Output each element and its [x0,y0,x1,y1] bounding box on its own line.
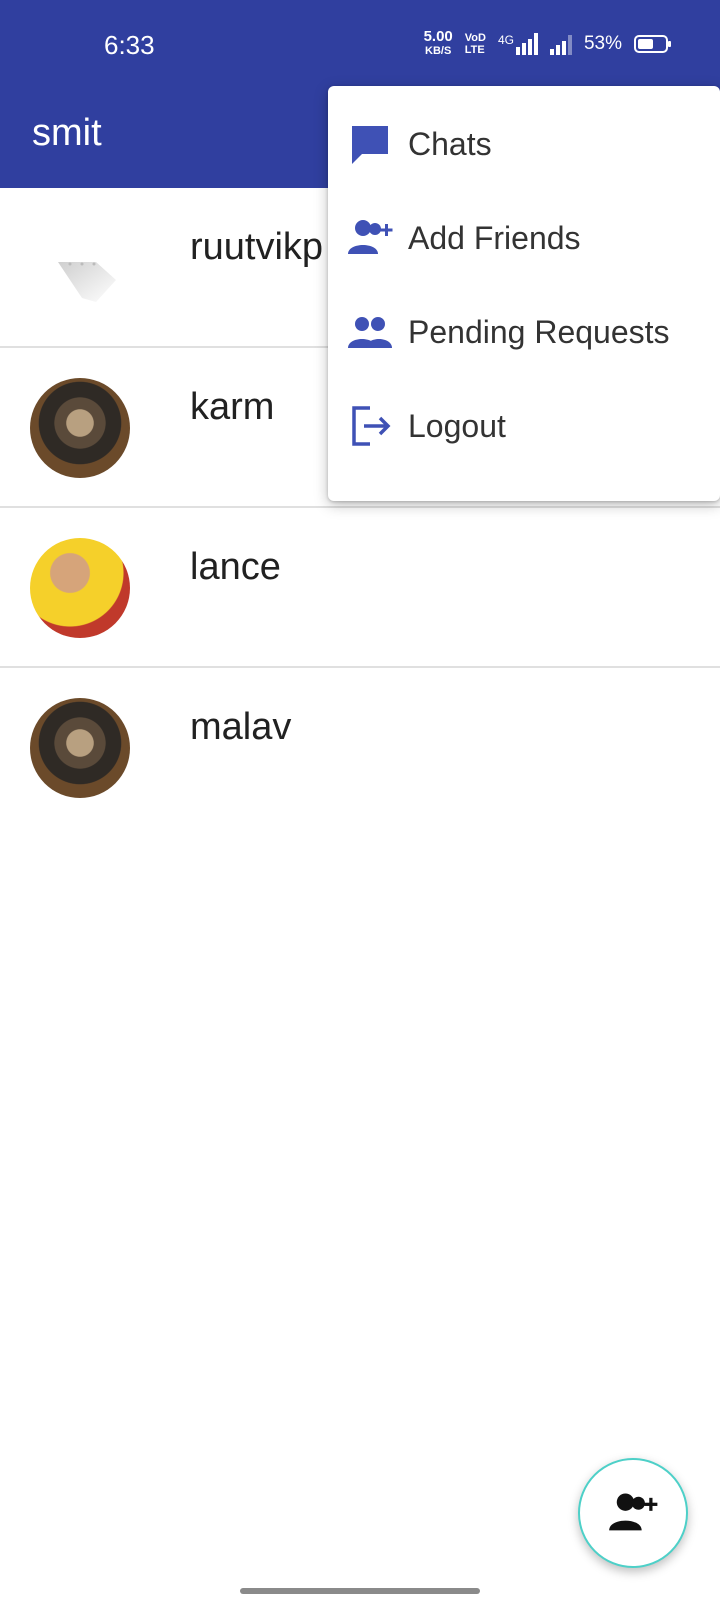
avatar [30,698,130,798]
chat-name: malav [190,706,292,748]
screen: 6:33 5.00 KB/S VoD LTE 4G 53% smit ruutv… [0,0,720,1600]
avatar [30,378,130,478]
app-title: smit [32,112,102,154]
add-friend-fab[interactable] [578,1458,688,1568]
signal-icon [549,33,572,55]
menu-item-label: Chats [408,125,492,162]
net-speed-value: 5.00 [423,28,453,45]
menu-item-chats[interactable]: Chats [328,96,720,192]
battery-percent: 53% [583,33,622,54]
chat-name: ruutvikp [190,226,324,268]
menu-item-label: Pending Requests [408,313,670,350]
volte-indicator: VoD LTE [465,32,486,56]
status-indicators: 5.00 KB/S VoD LTE 4G 53% [423,28,671,58]
overflow-menu: Chats Add Friends Pending Requests Logou… [328,86,720,501]
people-icon [348,317,392,348]
menu-item-pending-requests[interactable]: Pending Requests [328,284,720,380]
menu-item-logout[interactable]: Logout [328,378,720,474]
signal-4g-icon: 4G [498,33,538,55]
add-friend-icon [609,1493,658,1531]
net-speed: 5.00 KB/S [423,28,453,58]
chat-name: karm [190,386,275,428]
chat-icon [352,126,388,164]
menu-item-label: Add Friends [408,219,581,256]
network-type: 4G [497,33,514,47]
chat-name: lance [190,546,281,588]
chat-list-item[interactable]: malav [0,668,720,828]
menu-item-add-friends[interactable]: Add Friends [328,190,720,286]
status-bar: 6:33 5.00 KB/S VoD LTE 4G 53% [0,0,720,90]
logout-icon [352,406,391,446]
broken-image-icon [58,262,116,302]
battery-icon [634,35,671,53]
avatar [30,538,130,638]
chat-list-item[interactable]: lance [0,508,720,668]
menu-item-label: Logout [408,407,506,444]
home-indicator[interactable] [240,1588,480,1594]
volte-bottom: LTE [464,44,485,56]
volte-top: VoD [464,32,486,44]
net-speed-unit: KB/S [425,45,452,57]
status-time: 6:33 [104,30,155,60]
add-friend-icon [348,220,393,254]
